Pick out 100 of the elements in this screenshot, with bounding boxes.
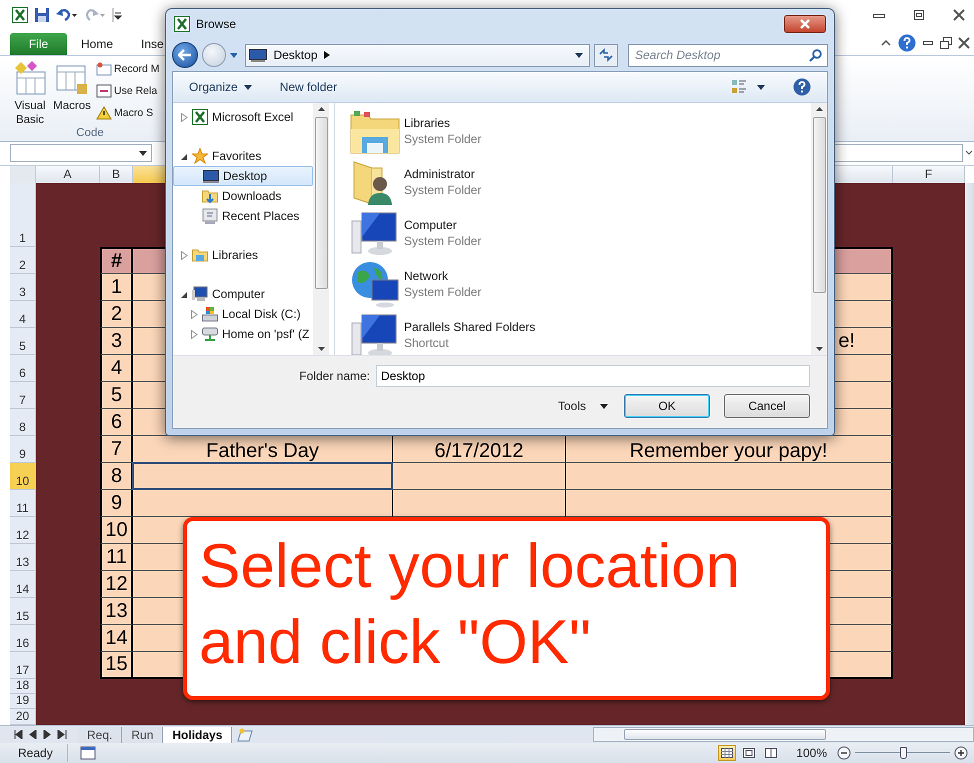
file-item[interactable]: Parallels Shared Folders Shortcut	[350, 309, 811, 355]
column-header[interactable]: A	[36, 166, 100, 183]
caret-icon[interactable]	[575, 52, 584, 58]
row-header[interactable]: 15	[10, 598, 36, 625]
close-button[interactable]	[952, 9, 966, 21]
tree-item[interactable]: Downloads	[173, 186, 313, 206]
column-header[interactable]: F	[893, 166, 965, 183]
row-header[interactable]: 14	[10, 571, 36, 598]
row-header[interactable]: 6	[10, 355, 36, 382]
address-bar[interactable]: Desktop	[245, 44, 590, 66]
cell-text: 6/17/2012	[434, 441, 524, 462]
tree-item[interactable]: Home on 'psf' (Z	[173, 324, 313, 344]
dialog-button[interactable]: Cancel	[724, 394, 810, 418]
tree-item[interactable]: Computer	[173, 284, 313, 304]
row-header[interactable]: 4	[10, 301, 36, 328]
file-item[interactable]: Administrator System Folder	[350, 156, 811, 207]
ribbon-tab[interactable]: Home	[67, 33, 128, 55]
close-button[interactable]	[958, 36, 970, 48]
zoom-in-button[interactable]	[954, 746, 968, 760]
help-icon[interactable]	[793, 78, 811, 96]
tree-item[interactable]: Microsoft Excel	[173, 107, 313, 127]
dialog-button[interactable]: OK	[624, 394, 710, 418]
tree-item[interactable]: Local Disk (C:)	[173, 304, 313, 324]
collapse-ribbon-icon[interactable]	[880, 38, 892, 48]
vertical-scrollbar[interactable]	[811, 103, 827, 355]
row-number-cell: 6	[100, 409, 133, 436]
row-header[interactable]: 7	[10, 382, 36, 409]
close-icon[interactable]	[799, 19, 811, 29]
row-header[interactable]: 18	[10, 679, 36, 694]
expand-arrow-icon[interactable]	[181, 152, 188, 160]
column-header[interactable]: B	[100, 166, 133, 183]
insert-sheet-icon[interactable]	[236, 728, 254, 742]
undo-icon[interactable]	[56, 7, 78, 23]
horizontal-scrollbar[interactable]	[593, 727, 974, 742]
zoom-out-button[interactable]	[837, 746, 851, 760]
toolbar-button[interactable]: Organize	[189, 80, 252, 94]
save-icon[interactable]	[34, 7, 50, 23]
record-macro-icon[interactable]	[80, 746, 96, 760]
expand-icon[interactable]	[965, 150, 973, 156]
row-header[interactable]: 2	[10, 247, 36, 274]
row-header[interactable]: 12	[10, 517, 36, 544]
sheet-tab[interactable]: Holidays	[163, 726, 232, 742]
row-header[interactable]: 5	[10, 328, 36, 355]
zoom-slider-thumb[interactable]	[900, 747, 906, 759]
row-header[interactable]: 3	[10, 274, 36, 301]
row-header[interactable]: 20	[10, 709, 36, 725]
restore-button[interactable]	[940, 36, 952, 48]
file-item[interactable]: Computer System Folder	[350, 207, 811, 258]
search-field[interactable]: Search Desktop	[628, 44, 828, 66]
close-button[interactable]	[784, 15, 826, 33]
row-header[interactable]: 13	[10, 544, 36, 571]
row-number-cell: 7	[100, 436, 133, 463]
back-button[interactable]	[172, 42, 198, 68]
row-header[interactable]: 9	[10, 436, 36, 463]
visual-basic-icon	[13, 60, 47, 96]
excel-logo-icon[interactable]	[12, 7, 28, 23]
refresh-icon[interactable]	[598, 48, 614, 62]
vertical-scrollbar[interactable]	[965, 183, 974, 725]
normal-view-button[interactable]	[718, 745, 736, 761]
scroll-up-icon[interactable]	[318, 107, 324, 111]
file-item[interactable]: Network System Folder	[350, 258, 811, 309]
row-header[interactable]: 8	[10, 409, 36, 436]
row-header[interactable]: 11	[10, 490, 36, 517]
toolbar-button[interactable]: New folder	[280, 80, 338, 94]
expand-arrow-icon[interactable]	[181, 290, 188, 298]
folder-name-field[interactable]: Desktop	[376, 365, 810, 387]
view-options-icon[interactable]	[731, 79, 747, 95]
excel-logo-icon	[192, 109, 208, 125]
vertical-scrollbar[interactable]	[313, 103, 329, 355]
row-header[interactable]: 19	[10, 694, 36, 709]
customize-toolbar-icon[interactable]	[112, 8, 122, 22]
tools-button[interactable]: Tools	[558, 399, 608, 413]
row-header[interactable]: 1	[10, 183, 36, 247]
ribbon-button[interactable]: Macros	[50, 60, 94, 127]
refresh-button[interactable]	[594, 44, 618, 66]
caret-icon[interactable]	[757, 84, 765, 90]
row-header[interactable]: 17	[10, 652, 36, 679]
file-item[interactable]: Libraries System Folder	[350, 105, 811, 156]
help-icon[interactable]	[898, 34, 916, 52]
ribbon-button[interactable]: Macro S	[96, 104, 160, 122]
caret-icon[interactable]	[244, 84, 252, 90]
row-header[interactable]: 10	[10, 463, 36, 490]
tree-item[interactable]: Desktop	[173, 166, 313, 186]
ribbon-button[interactable]: Record M	[96, 60, 160, 78]
arrow-left-icon[interactable]	[178, 49, 192, 61]
ribbon-button[interactable]: Use Rela	[96, 82, 160, 100]
row-header[interactable]: 16	[10, 625, 36, 652]
scroll-up-icon[interactable]	[816, 107, 822, 111]
zoom-level[interactable]: 100%	[796, 746, 827, 760]
tree-item[interactable]: Libraries	[173, 245, 313, 265]
ribbon-button[interactable]: Visual Basic	[10, 60, 50, 127]
tree-item[interactable]: Favorites	[173, 146, 313, 166]
tree-item[interactable]: Recent Places	[173, 206, 313, 226]
scroll-down-icon[interactable]	[318, 347, 324, 351]
caret-icon[interactable]	[139, 150, 147, 156]
maximize-button[interactable]	[912, 9, 926, 21]
search-icon[interactable]	[808, 48, 822, 62]
scroll-down-icon[interactable]	[816, 347, 822, 351]
item-type: System Folder	[404, 132, 482, 146]
chevron-icon[interactable]	[324, 51, 330, 59]
